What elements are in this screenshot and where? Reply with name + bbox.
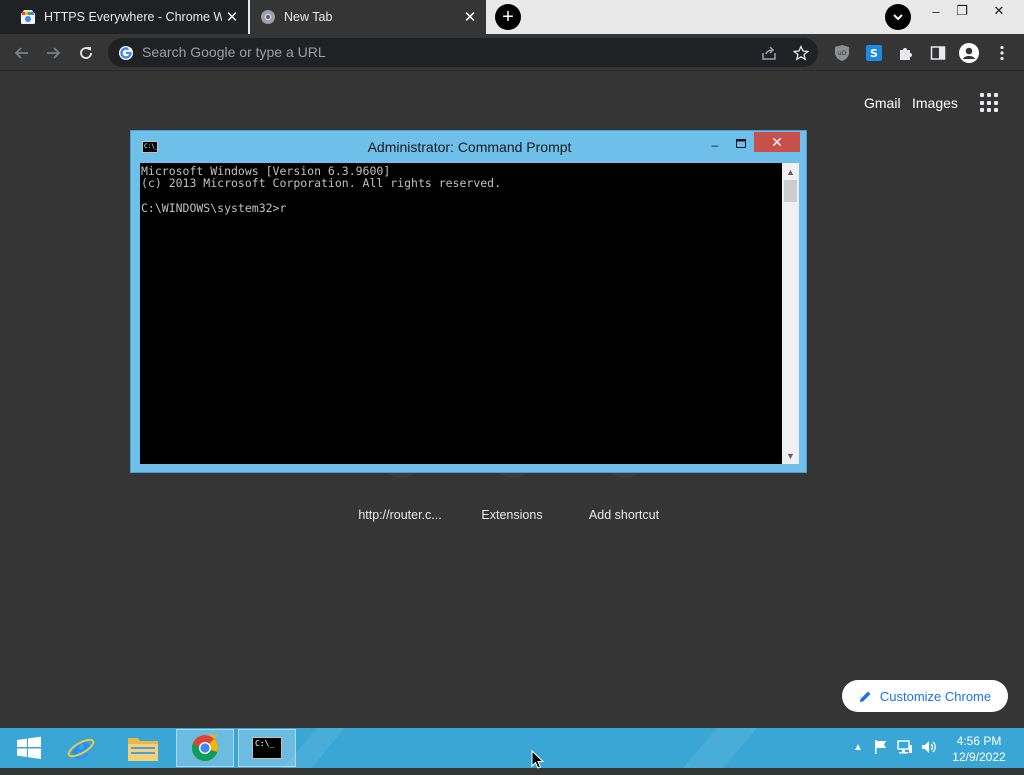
- chrome-menu-icon[interactable]: [989, 40, 1015, 66]
- reload-button[interactable]: [73, 40, 99, 66]
- windows-logo-icon: [17, 736, 41, 759]
- arrow-left-icon: [14, 47, 28, 59]
- folder-icon: [128, 738, 158, 761]
- omnibox[interactable]: Search Google or type a URL: [108, 38, 818, 67]
- pencil-icon: [859, 690, 872, 703]
- tab-title: HTTPS Everywhere - Chrome Web Store: [44, 10, 222, 24]
- forward-button[interactable]: [40, 40, 66, 66]
- shortcut-label: Extensions: [481, 508, 543, 522]
- cmd-titlebar[interactable]: C:\_ Administrator: Command Prompt – ✕: [131, 131, 806, 163]
- taskbar-clock[interactable]: 4:56 PM 12/9/2022: [944, 733, 1014, 765]
- extensions-puzzle-icon[interactable]: [893, 40, 919, 66]
- tab-close-icon[interactable]: ✕: [222, 7, 242, 27]
- gmail-link[interactable]: Gmail: [864, 95, 901, 111]
- svg-text:uD: uD: [838, 50, 847, 57]
- volume-icon[interactable]: [921, 739, 937, 755]
- taskbar-chrome[interactable]: [176, 729, 234, 767]
- bookmark-star-icon[interactable]: [792, 44, 810, 62]
- side-panel-icon[interactable]: [925, 40, 951, 66]
- action-center-flag-icon[interactable]: [873, 739, 889, 755]
- taskbar-internet-explorer[interactable]: e: [52, 729, 110, 767]
- chrome-icon: [260, 9, 276, 25]
- customize-chrome-button[interactable]: Customize Chrome: [842, 680, 1008, 712]
- cmd-minimize-button[interactable]: –: [704, 135, 726, 155]
- share-icon[interactable]: [760, 44, 778, 62]
- s-extension-icon[interactable]: S: [861, 40, 887, 66]
- back-button[interactable]: [9, 40, 35, 66]
- chevron-down-icon: [893, 14, 903, 21]
- cmd-scrollbar[interactable]: ▲ ▼: [782, 163, 799, 464]
- cmd-close-button[interactable]: ✕: [754, 132, 800, 152]
- cmd-console-output[interactable]: Microsoft Windows [Version 6.3.9600] (c)…: [140, 163, 782, 464]
- chrome-web-store-icon: [20, 9, 36, 25]
- shortcut-label: http://router.c...: [358, 508, 442, 522]
- maximize-icon: [736, 138, 746, 148]
- tab-close-icon[interactable]: ✕: [460, 7, 480, 27]
- window-restore-button[interactable]: ❐: [947, 0, 977, 22]
- google-g-icon: [118, 45, 134, 61]
- customize-chrome-label: Customize Chrome: [879, 688, 992, 704]
- command-prompt-window[interactable]: C:\_ Administrator: Command Prompt – ✕ M…: [130, 130, 807, 473]
- taskbar-command-prompt[interactable]: C:\_: [238, 729, 296, 767]
- cmd-maximize-button[interactable]: [730, 133, 752, 153]
- profile-avatar-icon[interactable]: [956, 40, 982, 66]
- internet-explorer-icon: e: [67, 733, 95, 763]
- svg-text:S: S: [870, 47, 878, 60]
- chrome-logo-icon: [192, 735, 218, 762]
- reload-icon: [80, 47, 92, 59]
- omnibox-placeholder: Search Google or type a URL: [142, 44, 326, 60]
- clock-date: 12/9/2022: [952, 750, 1006, 764]
- arrow-right-icon: [47, 47, 61, 59]
- cmd-taskbar-icon: C:\_: [252, 737, 282, 759]
- network-icon[interactable]: [897, 739, 913, 755]
- tab-search-button[interactable]: [885, 4, 911, 30]
- tab-new-tab[interactable]: New Tab ✕: [250, 0, 486, 34]
- show-hidden-icons-icon[interactable]: ▲: [850, 739, 866, 755]
- images-link[interactable]: Images: [912, 95, 958, 111]
- scrollbar-thumb[interactable]: [784, 180, 797, 202]
- svg-text:e: e: [71, 733, 90, 763]
- mouse-pointer-icon: [531, 749, 545, 770]
- tab-https-everywhere[interactable]: HTTPS Everywhere - Chrome Web Store ✕: [0, 0, 248, 34]
- scroll-up-arrow-icon[interactable]: ▲: [782, 163, 799, 180]
- tab-strip: HTTPS Everywhere - Chrome Web Store ✕ Ne…: [0, 0, 1024, 34]
- google-apps-icon[interactable]: [980, 93, 1000, 113]
- windows-taskbar: e C:\_ ▲ 4:56 PM 12/9/2022: [0, 728, 1024, 768]
- window-close-button[interactable]: ✕: [984, 0, 1014, 22]
- scroll-down-arrow-icon[interactable]: ▼: [782, 447, 799, 464]
- new-tab-button[interactable]: +: [495, 4, 521, 30]
- tab-title: New Tab: [284, 10, 333, 24]
- start-button[interactable]: [0, 729, 58, 767]
- browser-toolbar: Search Google or type a URL uD S: [0, 34, 1024, 71]
- taskbar-decoration: [683, 728, 757, 768]
- taskbar-file-explorer[interactable]: [114, 729, 172, 767]
- shortcut-label: Add shortcut: [588, 508, 660, 522]
- ublock-extension-icon[interactable]: uD: [829, 40, 855, 66]
- clock-time: 4:56 PM: [956, 734, 1002, 748]
